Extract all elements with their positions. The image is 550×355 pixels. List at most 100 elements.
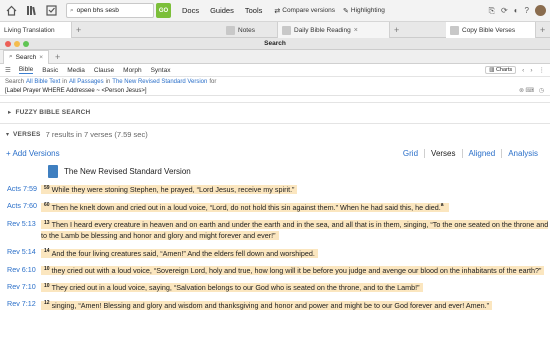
- search-scope-line: Search All Bible Text in All Passages in…: [0, 77, 550, 86]
- highlighting-button[interactable]: ✎ Highlighting: [343, 7, 385, 15]
- panel-menu-icon[interactable]: ⋮: [539, 66, 546, 74]
- verses-section-header[interactable]: ▾ VERSES 7 results in 7 verses (7.59 sec…: [0, 127, 550, 141]
- fuzzy-search-section[interactable]: ▸ FUZZY BIBLE SEARCH: [0, 103, 550, 121]
- view-tab-grid[interactable]: Grid: [397, 149, 424, 158]
- menu-docs[interactable]: Docs: [182, 6, 199, 15]
- avatar[interactable]: [535, 5, 546, 16]
- search-prefix: Search: [5, 78, 25, 85]
- view-tab-analysis[interactable]: Analysis: [501, 148, 544, 158]
- verse-number: 13: [44, 219, 50, 226]
- keyboard-icon[interactable]: ⌨: [525, 87, 534, 94]
- verse-reference-link[interactable]: Rev 5:13: [7, 218, 41, 241]
- clear-icon[interactable]: ⊗: [519, 87, 524, 94]
- verse-body: And the four living creatures said, “Ame…: [51, 248, 315, 258]
- go-button[interactable]: GO: [156, 3, 171, 18]
- home-icon[interactable]: [4, 4, 18, 18]
- search-type-clause[interactable]: Clause: [94, 67, 114, 74]
- close-icon[interactable]: ×: [39, 54, 43, 61]
- verse-body: singing, “Amen! Blessing and glory and w…: [51, 300, 490, 310]
- tab-living-translation[interactable]: Living Translation: [0, 22, 72, 38]
- tab-search[interactable]: ⌕ Search ×: [3, 49, 50, 64]
- chart-icon: ▥: [489, 67, 495, 73]
- help-icon[interactable]: ?: [525, 6, 529, 15]
- search-type-syntax[interactable]: Syntax: [151, 67, 171, 74]
- verse-reference-link[interactable]: Rev 5:14: [7, 246, 41, 258]
- result-row: Acts 7:59 59 While they were stoning Steph…: [0, 183, 550, 195]
- verse-body: Then he knelt down and cried out in a lo…: [51, 202, 441, 212]
- layouts-icon[interactable]: [44, 4, 58, 18]
- result-row: Acts 7:60 60 Then he knelt down and cried …: [0, 200, 550, 212]
- library-icon[interactable]: [24, 4, 38, 18]
- history-icon[interactable]: ◷: [539, 87, 544, 94]
- compare-versions-button[interactable]: ⇄ Compare versions: [274, 7, 335, 15]
- verse-reference-link[interactable]: Acts 7:59: [7, 183, 41, 195]
- verse-reference-link[interactable]: Rev 7:10: [7, 281, 41, 293]
- close-window-button[interactable]: [5, 41, 11, 47]
- search-type-morph[interactable]: Morph: [123, 67, 141, 74]
- compare-versions-label: Compare versions: [282, 7, 335, 14]
- document-tabs: ⌕ Search × +: [0, 49, 550, 64]
- menu-icon[interactable]: ☰: [5, 66, 11, 74]
- menu-guides[interactable]: Guides: [210, 6, 234, 15]
- plus-icon: +: [76, 25, 82, 35]
- window-controls: [5, 41, 29, 47]
- close-icon[interactable]: ×: [354, 27, 358, 34]
- search-query-field[interactable]: [Label Prayer WHERE Addressee ~ <Person …: [0, 86, 550, 96]
- add-tab-button-3[interactable]: +: [536, 22, 550, 38]
- maximize-window-button[interactable]: [23, 41, 29, 47]
- verse-text: 10 they cried out with a loud voice, “Sov…: [41, 264, 545, 276]
- view-tab-verses[interactable]: Verses: [424, 148, 461, 158]
- window-title: Search: [264, 40, 286, 47]
- result-row: Rev 5:13 13 Then I heard every creature in…: [0, 218, 550, 241]
- account-icon[interactable]: ◐: [514, 6, 519, 15]
- verse-text: 14 And the four living creatures said, “A…: [41, 246, 318, 258]
- add-tab-button-2[interactable]: +: [390, 22, 404, 38]
- verse-reference-link[interactable]: Rev 6:10: [7, 264, 41, 276]
- verses-label: VERSES: [13, 130, 41, 138]
- in-label: in: [62, 78, 67, 85]
- verse-text: 10 They cried out in a loud voice, saying…: [41, 281, 423, 293]
- add-tab-button[interactable]: +: [72, 22, 86, 38]
- add-tab-button[interactable]: +: [55, 52, 60, 62]
- version-dropdown[interactable]: The New Revised Standard Version: [112, 79, 207, 85]
- view-switcher: Grid Verses Aligned Analysis: [397, 148, 544, 158]
- fuzzy-label: FUZZY BIBLE SEARCH: [15, 108, 91, 116]
- footnote-marker[interactable]: a: [441, 202, 444, 208]
- verse-reference-link[interactable]: Acts 7:60: [7, 200, 41, 212]
- for-label: for: [209, 78, 217, 85]
- chevron-left-icon[interactable]: ‹: [522, 67, 524, 74]
- result-row: Rev 7:10 10 They cried out in a loud voice…: [0, 281, 550, 293]
- chevron-right-icon[interactable]: ›: [530, 67, 532, 74]
- search-type-media[interactable]: Media: [67, 67, 85, 74]
- in-label-2: in: [105, 78, 111, 85]
- tab-daily-bible-reading[interactable]: Daily Bible Reading ×: [278, 22, 390, 38]
- add-versions-link[interactable]: + Add Versions: [6, 149, 60, 158]
- tab-copy-bible-verses[interactable]: Copy Bible Verses: [446, 22, 536, 38]
- plus-icon: +: [540, 25, 546, 35]
- verse-body: They cried out in a loud voice, saying, …: [51, 283, 420, 293]
- view-tab-aligned[interactable]: Aligned: [461, 148, 502, 158]
- menu-tools[interactable]: Tools: [245, 6, 263, 15]
- verse-body: Then I heard every creature in heaven an…: [41, 220, 549, 241]
- tab-label: Copy Bible Verses: [462, 26, 516, 34]
- verse-reference-link[interactable]: Rev 7:12: [7, 298, 41, 310]
- tab-notes[interactable]: Notes: [222, 22, 278, 38]
- command-box[interactable]: ⌕ open bhs sesb: [66, 3, 154, 18]
- search-type-bible[interactable]: Bible: [18, 66, 34, 74]
- verse-number: 60: [44, 202, 50, 209]
- verse-number: 14: [44, 248, 50, 255]
- copy-icon[interactable]: ⎘: [489, 6, 495, 16]
- result-row: Rev 6:10 10 they cried out with a loud voi…: [0, 264, 550, 276]
- reading-plan-icon: [282, 25, 291, 35]
- sync-icon[interactable]: ⟳: [501, 6, 508, 15]
- highlighting-label: Highlighting: [350, 7, 385, 14]
- scope-dropdown[interactable]: All Bible Text: [26, 79, 60, 85]
- version-name: The New Revised Standard Version: [64, 166, 191, 176]
- minimize-window-button[interactable]: [14, 41, 20, 47]
- tab-label: Living Translation: [4, 26, 55, 34]
- verse-text: 13 Then I heard every creature in heaven …: [41, 218, 550, 241]
- search-type-basic[interactable]: Basic: [42, 67, 58, 74]
- passages-dropdown[interactable]: All Passages: [69, 79, 104, 85]
- command-input-value: open bhs sesb: [76, 7, 119, 14]
- charts-button[interactable]: ▥ Charts: [485, 66, 517, 74]
